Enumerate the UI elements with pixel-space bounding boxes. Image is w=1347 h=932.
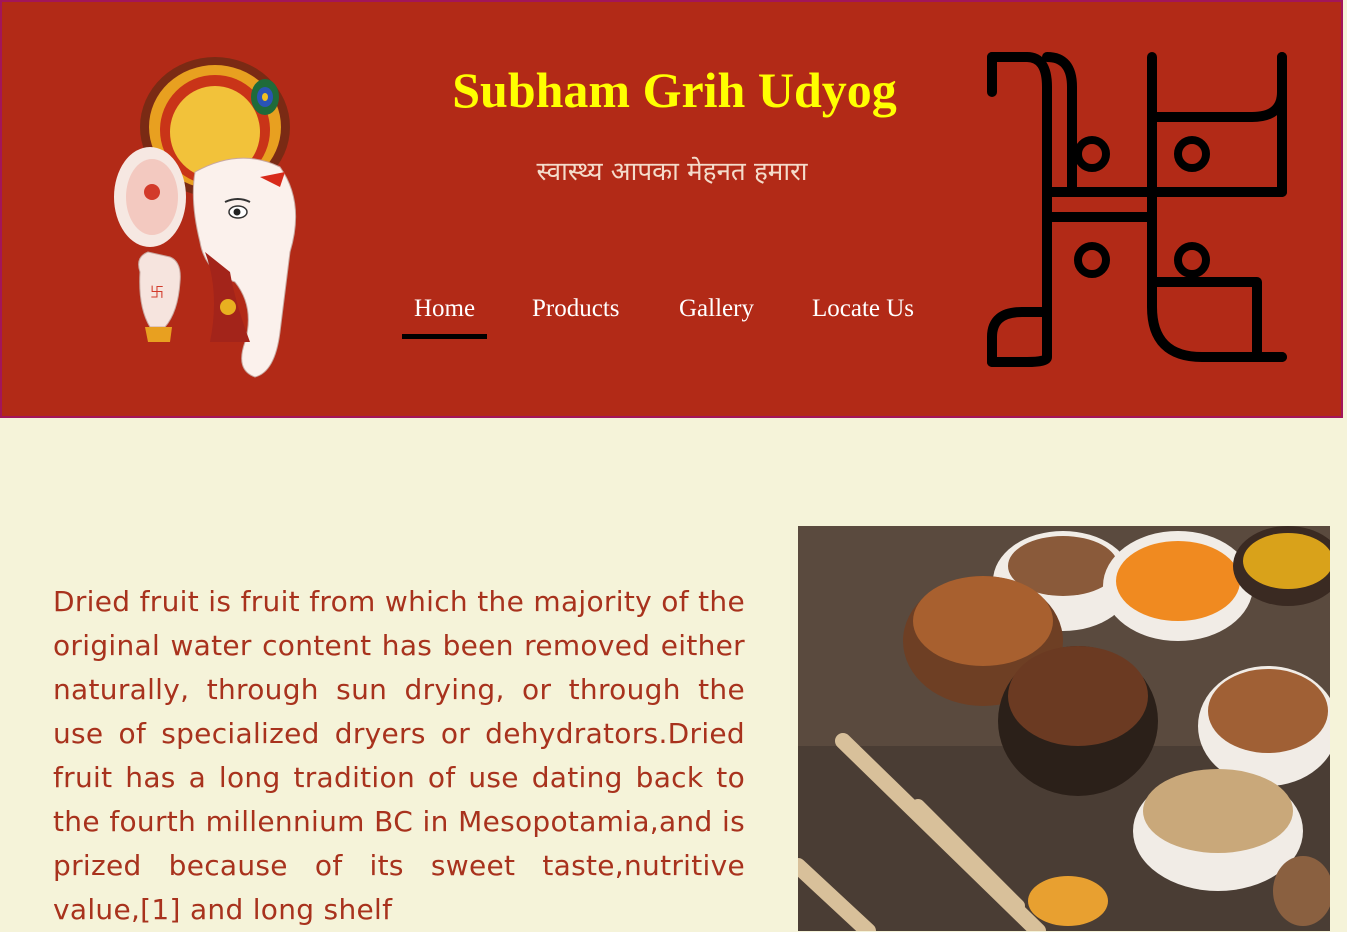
svg-text:卐: 卐 xyxy=(150,285,164,301)
nav-gallery[interactable]: Gallery xyxy=(679,287,754,339)
site-tagline: स्वास्थ्य आपका मेहनत हमारा xyxy=(536,157,808,187)
intro-paragraph: Dried fruit is fruit from which the majo… xyxy=(53,585,745,926)
site-title: Subham Grih Udyog xyxy=(452,62,897,118)
dried-fruits-photo xyxy=(798,526,1330,931)
site-header: 卐 Subham Grih Udyog स्वास्थ्य आपका मेहनत… xyxy=(0,0,1343,418)
nav-products[interactable]: Products xyxy=(532,287,620,339)
nav-locate-us[interactable]: Locate Us xyxy=(812,287,914,339)
swastika-icon xyxy=(987,52,1287,367)
nav-home[interactable]: Home xyxy=(401,287,488,339)
ganesha-image: 卐 xyxy=(114,57,297,378)
